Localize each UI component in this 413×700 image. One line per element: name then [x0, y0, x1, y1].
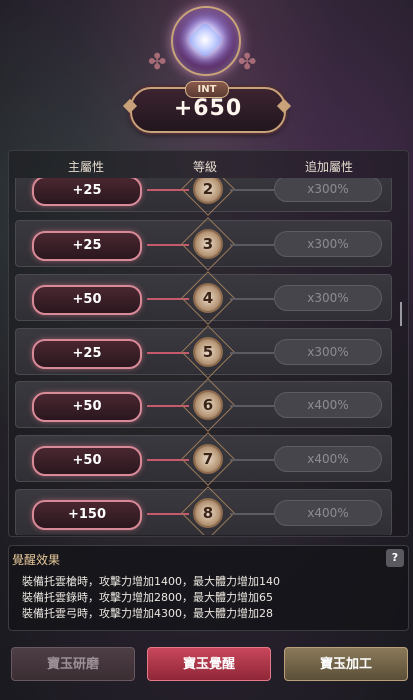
bonus-stat-pill: x300%	[274, 285, 382, 311]
attribute-list[interactable]: +25 2 x300% +25 3 x300% +50 4 x300% +25 …	[15, 178, 392, 535]
level-badge: 4	[193, 283, 223, 313]
gem-process-button[interactable]: 寶玉加工	[284, 647, 408, 681]
level-badge: 8	[193, 498, 223, 528]
connector-line	[230, 189, 274, 191]
level-badge: 5	[193, 337, 223, 367]
table-row: +25 3 x300%	[15, 220, 392, 267]
bonus-stat-pill: x400%	[274, 446, 382, 472]
table-row: +50 4 x300%	[15, 274, 392, 321]
main-stat-pill: +25	[32, 231, 142, 261]
effect-line: 裝備托雲錄時，攻擊力增加2800，最大體力增加65	[22, 591, 273, 604]
stat-value: +650	[173, 96, 243, 121]
connector-line	[230, 352, 274, 354]
bonus-stat-pill: x300%	[274, 178, 382, 202]
level-badge: 6	[193, 390, 223, 420]
gem-awaken-button[interactable]: 寶玉覺醒	[147, 647, 271, 681]
connector-line	[230, 405, 274, 407]
main-stat-pill: +25	[32, 178, 142, 206]
awaken-effect-title: 覺醒效果	[12, 553, 61, 567]
connector-line	[230, 244, 274, 246]
connector-line	[230, 298, 274, 300]
column-header-bonus: 追加屬性	[305, 160, 354, 174]
help-button[interactable]: ?	[386, 549, 404, 567]
table-row: +25 2 x300%	[15, 178, 392, 212]
level-badge: 7	[193, 444, 223, 474]
column-header-level: 等級	[193, 160, 218, 174]
effect-line: 裝備托雲槍時，攻擊力增加1400，最大體力增加140	[22, 575, 280, 588]
column-header-main: 主屬性	[68, 160, 105, 174]
gem-orb-icon	[171, 6, 241, 76]
main-stat-pill: +150	[32, 500, 142, 530]
bonus-stat-pill: x300%	[274, 231, 382, 257]
table-row: +50 7 x400%	[15, 435, 392, 482]
level-badge: 3	[193, 229, 223, 259]
main-stat-pill: +50	[32, 285, 142, 315]
gem-grind-button[interactable]: 寶玉研磨	[11, 647, 135, 681]
table-row: +25 5 x300%	[15, 328, 392, 375]
bonus-stat-pill: x400%	[274, 500, 382, 526]
main-stat-pill: +25	[32, 339, 142, 369]
effect-line: 裝備托雲弓時，攻擊力增加4300，最大體力增加28	[22, 607, 273, 620]
main-stat-pill: +50	[32, 392, 142, 422]
connector-line	[230, 513, 274, 515]
list-scrollbar[interactable]	[400, 302, 402, 326]
main-stat-pill: +50	[32, 446, 142, 476]
bonus-stat-pill: x300%	[274, 339, 382, 365]
connector-line	[230, 459, 274, 461]
knot-ornament-left-icon: ✤	[148, 50, 167, 75]
table-row: +50 6 x400%	[15, 381, 392, 428]
level-badge: 2	[193, 178, 223, 204]
bonus-stat-pill: x400%	[274, 392, 382, 418]
table-row: +150 8 x400%	[15, 489, 392, 535]
